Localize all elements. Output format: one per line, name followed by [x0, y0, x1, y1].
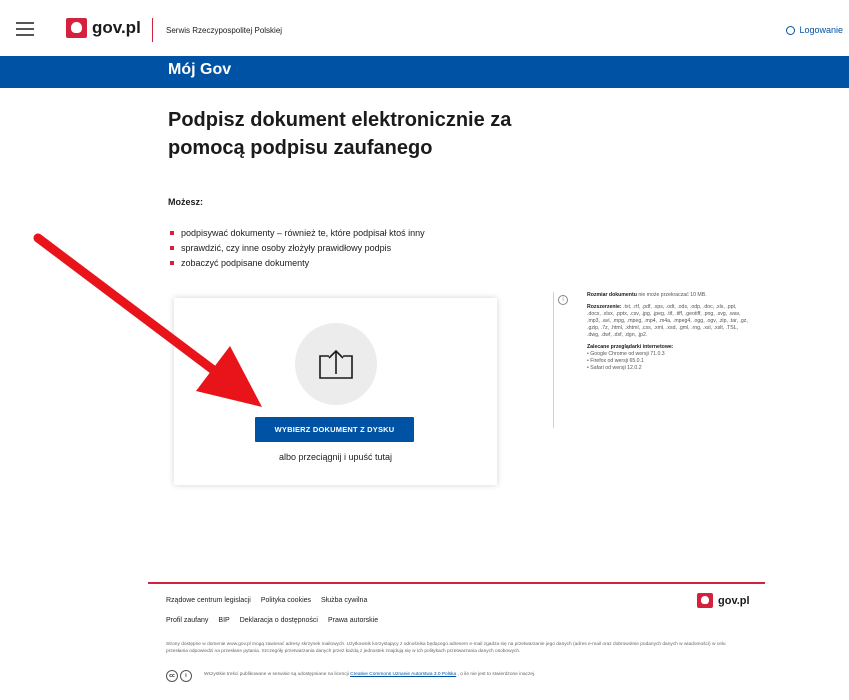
polish-emblem-icon	[66, 18, 87, 38]
page-banner: Mój Gov	[0, 56, 849, 88]
footer-link[interactable]: Profil zaufany	[166, 617, 208, 624]
info-icon: i	[558, 295, 568, 305]
license-notice: Wszystkie treści publikowane w serwisie …	[204, 672, 624, 678]
size-label: Rozmiar dokumentu	[587, 292, 637, 298]
polish-emblem-icon	[697, 593, 713, 608]
footer-link[interactable]: Deklaracja o dostępności	[240, 617, 318, 624]
privacy-notice: Strony dostępne w domenie www.gov.pl mog…	[166, 642, 726, 654]
footer-gov-logo[interactable]: gov.pl	[697, 593, 750, 608]
gov-logo[interactable]: gov.pl	[66, 18, 141, 38]
browser-requirement: Zalecane przeglądarki internetowe: • Goo…	[587, 344, 748, 372]
list-item: sprawdzić, czy inne osoby złożyły prawid…	[168, 241, 425, 256]
footer-logo-text: gov.pl	[718, 594, 750, 607]
footer-link[interactable]: Służba cywilna	[321, 597, 367, 604]
login-label: Logowanie	[799, 25, 843, 35]
logo-text: gov.pl	[92, 18, 141, 37]
browsers-label: Zalecane przeglądarki internetowe:	[587, 344, 674, 350]
list-item: podpisywać dokumenty – również te, które…	[168, 226, 425, 241]
size-requirement: Rozmiar dokumentu nie może przekraczać 1…	[587, 292, 748, 299]
menu-icon[interactable]	[16, 22, 34, 36]
browser-item: • Google Chrome od wersji 71.0.3	[587, 351, 665, 357]
upload-dropzone[interactable]: WYBIERZ DOKUMENT Z DYSKU albo przeciągni…	[174, 298, 497, 485]
list-item: zobaczyć podpisane dokumenty	[168, 256, 425, 271]
size-text: nie może przekraczać 10 MB.	[636, 292, 707, 298]
page-title: Podpisz dokument elektronicznie za pomoc…	[168, 109, 512, 159]
service-name: Serwis Rzeczypospolitej Polskiej	[166, 26, 283, 35]
footer-link[interactable]: Polityka cookies	[261, 597, 311, 604]
capabilities-heading: Możesz:	[168, 197, 204, 207]
capabilities-list: podpisywać dokumenty – również te, które…	[168, 226, 425, 271]
footer-link[interactable]: Prawa autorskie	[328, 617, 378, 624]
logo-separator	[152, 18, 153, 42]
browser-item: • Safari od wersji 12.0.2	[587, 365, 642, 371]
choose-file-button[interactable]: WYBIERZ DOKUMENT Z DYSKU	[255, 417, 414, 442]
banner-title: Mój Gov	[168, 61, 232, 78]
upload-icon	[319, 349, 353, 379]
license-prefix: Wszystkie treści publikowane w serwisie …	[204, 672, 351, 677]
file-requirements-panel: i Rozmiar dokumentu nie może przekraczać…	[553, 292, 748, 428]
upload-icon-circle	[295, 323, 377, 405]
footer-link[interactable]: Rządowe centrum legislacji	[166, 597, 251, 604]
extension-requirement: Rozszerzenie: .txt, .rtf, .pdf, .xps, .o…	[587, 304, 748, 339]
extension-label: Rozszerzenie:	[587, 304, 622, 310]
footer-links-row: Profil zaufany BIP Deklaracja o dostępno…	[166, 617, 378, 624]
user-icon	[786, 25, 796, 35]
footer-links-row: Rządowe centrum legislacji Polityka cook…	[166, 597, 367, 604]
footer-link[interactable]: BIP	[218, 617, 229, 624]
license-suffix: , o ile nie jest to stwierdzone inaczej.	[456, 672, 536, 677]
drag-drop-hint: albo przeciągnij i upuść tutaj	[278, 452, 393, 462]
browser-item: • Firefox od wersji 65.0.1	[587, 358, 644, 364]
license-link[interactable]: Creative Commons Uznanie Autorstwa 3.0 P…	[350, 672, 456, 677]
login-link[interactable]: Logowanie	[786, 25, 843, 35]
creative-commons-icon: cc i	[166, 670, 192, 682]
top-header: gov.pl Serwis Rzeczypospolitej Polskiej …	[0, 0, 849, 56]
footer-divider	[148, 582, 765, 584]
